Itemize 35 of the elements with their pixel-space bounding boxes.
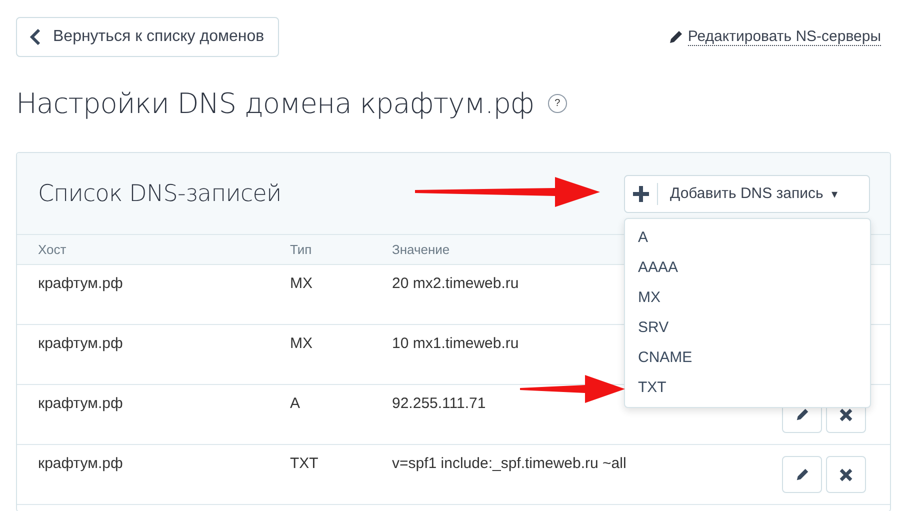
add-dns-record-button[interactable]: Добавить DNS запись ▾ <box>624 174 870 212</box>
value-cell-text: 20 mx2.timeweb.ru <box>392 275 520 292</box>
chevron-left-icon <box>29 29 41 45</box>
edit-ns-link[interactable]: Редактировать NS-серверы <box>668 28 881 46</box>
type-cell-text: MX <box>290 335 314 352</box>
type-cell-text: MX <box>290 275 314 292</box>
menu-item[interactable]: SRV <box>625 313 870 343</box>
panel-title: Список DNS-записей <box>38 180 282 206</box>
value-column-header: Значение <box>392 242 451 257</box>
page-title: Настройки DNS домена крафтум.рф <box>16 86 534 120</box>
close-icon <box>839 408 853 422</box>
menu-item[interactable]: CNAME <box>625 343 870 373</box>
value-cell-text: v=spf1 include:_spf.timeweb.ru ~all <box>392 455 628 472</box>
help-badge[interactable]: ? <box>548 94 567 112</box>
type-cell-text: A <box>290 395 302 412</box>
menu-item[interactable]: A <box>625 223 870 253</box>
close-icon <box>839 468 853 482</box>
host-cell-text: крафтум.рф <box>38 275 124 292</box>
back-button[interactable]: Вернуться к списку доменов <box>16 17 280 57</box>
host-cell-text: крафтум.рф <box>38 395 124 412</box>
type-column-header: Тип <box>290 242 313 257</box>
menu-item[interactable]: AAAA <box>625 253 870 283</box>
edit-button[interactable] <box>782 456 822 493</box>
host-column-header: Хост <box>38 242 68 257</box>
pencil-icon <box>668 29 684 45</box>
menu-item[interactable]: MX <box>625 283 870 313</box>
value-cell-text: 92.255.111.71 <box>392 395 487 412</box>
delete-button[interactable] <box>826 456 866 493</box>
host-cell-text: крафтум.рф <box>38 335 124 352</box>
menu-item[interactable]: TXT <box>625 373 870 403</box>
plus-icon <box>632 184 650 202</box>
pencil-icon <box>794 467 810 482</box>
type-cell-text: TXT <box>290 455 320 472</box>
host-cell-text: крафтум.рф <box>38 455 124 472</box>
value-cell-text: 10 mx1.timeweb.ru <box>392 335 520 352</box>
